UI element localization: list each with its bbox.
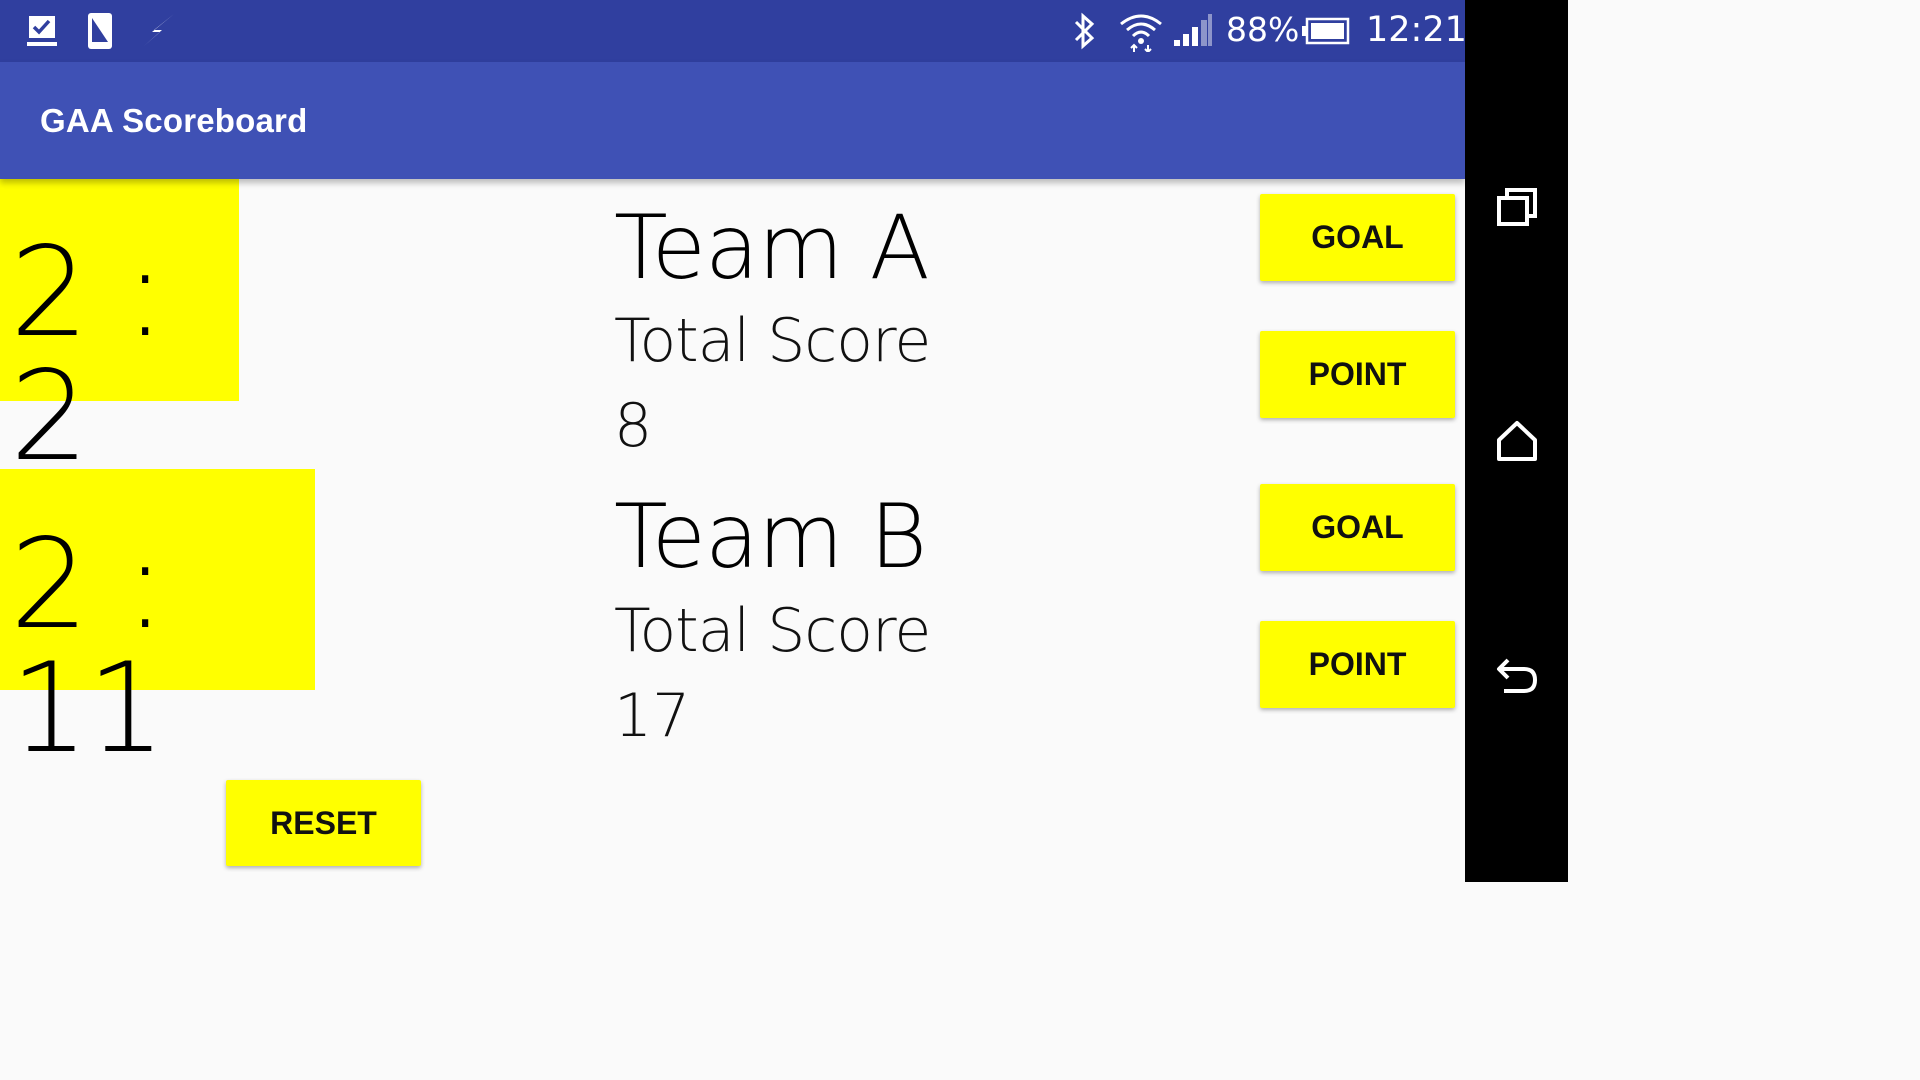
- bluetooth-icon: [1070, 12, 1098, 55]
- recents-icon[interactable]: [1494, 184, 1540, 230]
- team-b-total-value: 17: [614, 681, 691, 751]
- navigation-bar: [1465, 0, 1568, 882]
- team-a-score-box: 2 : 2: [0, 179, 239, 479]
- team-b-goals-points: 2 : 11: [10, 513, 166, 781]
- task-checkbox-icon: [25, 12, 59, 53]
- battery-icon: [1300, 16, 1350, 51]
- flash-icon: [140, 12, 178, 53]
- status-bar: 88% 12:21: [0, 0, 1467, 62]
- reset-button[interactable]: RESET: [226, 780, 421, 866]
- team-b-score-box: 2 : 11: [0, 469, 315, 771]
- team-b-goal-button[interactable]: GOAL: [1260, 484, 1455, 571]
- team-a-total-value: 8: [614, 391, 653, 461]
- home-icon[interactable]: [1494, 418, 1540, 464]
- team-a-point-button[interactable]: POINT: [1260, 331, 1455, 418]
- cell-signal-icon: [1172, 12, 1214, 53]
- app-bar: GAA Scoreboard: [0, 62, 1465, 179]
- team-a-name: Team A: [614, 196, 930, 299]
- team-b-total-label: Total Score: [614, 596, 931, 666]
- team-a-goals-points: 2 : 2: [10, 221, 166, 489]
- team-b-name: Team B: [614, 485, 927, 588]
- team-a-goal-button[interactable]: GOAL: [1260, 194, 1455, 281]
- app-title: GAA Scoreboard: [40, 102, 308, 139]
- wifi-icon: [1118, 12, 1164, 57]
- back-icon[interactable]: [1494, 652, 1540, 698]
- clock: 12:21: [1366, 10, 1467, 50]
- team-a-total-label: Total Score: [614, 306, 931, 376]
- team-b-point-button[interactable]: POINT: [1260, 621, 1455, 708]
- battery-percent: 88%: [1226, 10, 1300, 49]
- phone-screen-icon: [86, 12, 114, 55]
